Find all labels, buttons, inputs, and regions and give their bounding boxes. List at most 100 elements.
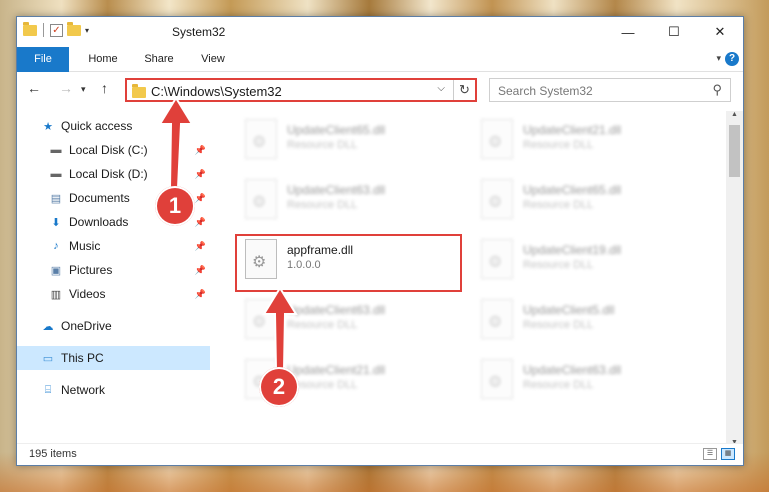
tab-file[interactable]: File <box>17 47 69 72</box>
file-type: Resource DLL <box>287 139 358 151</box>
file-name: UpdateClient65.dll <box>287 123 386 137</box>
nav-item-label: Local Disk (C:) <box>69 143 148 157</box>
customize-toolbar-icon[interactable]: ▾ <box>85 26 89 35</box>
view-switcher: ☰ ▦ <box>703 448 735 460</box>
file-explorer-window: ✓ ▾ System32 — ☐ ✕ File Home Share View … <box>16 16 744 466</box>
documents-icon: ▤ <box>50 192 62 205</box>
file-name: UpdateClient63.dll <box>287 183 386 197</box>
callout-badge-2: 2 <box>259 367 299 407</box>
folder-icon <box>132 84 146 98</box>
file-name: UpdateClient65.dll <box>523 183 622 197</box>
chevron-down-icon[interactable]: ⌵ <box>437 83 445 94</box>
dll-file-icon <box>245 179 277 219</box>
nav-item-pictures[interactable]: ▣ Pictures 📌 <box>17 258 210 282</box>
file-name: UpdateClient19.dll <box>523 243 622 257</box>
dll-file-icon <box>481 179 513 219</box>
drive-icon: ▬ <box>50 168 62 180</box>
forward-arrow-icon[interactable]: → <box>59 80 73 96</box>
file-item[interactable]: UpdateClient65.dll Resource DLL <box>477 175 687 225</box>
file-item[interactable]: UpdateClient63.dll Resource DLL <box>477 355 687 405</box>
minimize-button[interactable]: — <box>605 17 651 47</box>
scroll-up-icon[interactable]: ▲ <box>726 111 743 123</box>
dll-file-icon <box>245 119 277 159</box>
file-type: Resource DLL <box>523 319 594 331</box>
file-name: UpdateClient63.dll <box>523 363 622 377</box>
videos-icon: ▥ <box>50 288 62 301</box>
help-icon[interactable]: ? <box>725 52 739 66</box>
drive-icon: ▬ <box>50 144 62 156</box>
window-controls: — ☐ ✕ <box>605 17 743 47</box>
nav-item-label: Videos <box>69 287 106 301</box>
file-type: Resource DLL <box>287 199 358 211</box>
tab-home[interactable]: Home <box>79 47 127 72</box>
dll-file-icon <box>481 119 513 159</box>
file-type: Resource DLL <box>523 199 594 211</box>
file-item[interactable]: UpdateClient21.dll Resource DLL <box>477 115 687 165</box>
nav-item-label: This PC <box>61 351 104 365</box>
scroll-thumb[interactable] <box>729 125 740 177</box>
back-arrow-icon[interactable]: ← <box>27 80 41 96</box>
nav-item-onedrive[interactable]: ☁ OneDrive <box>17 314 210 338</box>
address-path: C:\Windows\System32 <box>151 84 282 99</box>
search-placeholder: Search System32 <box>498 84 593 98</box>
nav-item-videos[interactable]: ▥ Videos 📌 <box>17 282 210 306</box>
dll-file-icon <box>481 239 513 279</box>
appframe-highlight <box>235 234 462 292</box>
item-count: 195 items <box>29 448 77 460</box>
up-arrow-icon[interactable]: ↑ <box>101 80 108 96</box>
nav-item-network[interactable]: ⌸ Network <box>17 378 210 402</box>
close-button[interactable]: ✕ <box>697 17 743 47</box>
nav-item-label: OneDrive <box>61 319 112 333</box>
nav-item-label: Quick access <box>61 119 133 133</box>
file-type: Resource DLL <box>523 259 594 271</box>
file-type: Resource DLL <box>523 379 594 391</box>
title-bar: ✓ ▾ System32 — ☐ ✕ <box>17 17 743 47</box>
pin-icon[interactable]: 📌 <box>195 217 206 228</box>
nav-item-this-pc[interactable]: ▭ This PC <box>17 346 210 370</box>
nav-item-label: Downloads <box>69 215 129 229</box>
dll-file-icon <box>481 359 513 399</box>
tiles-view-icon[interactable]: ▦ <box>721 448 735 460</box>
window-title: System32 <box>172 25 226 39</box>
nav-item-label: Music <box>69 239 101 253</box>
file-item[interactable]: UpdateClient5.dll Resource DLL <box>477 295 687 345</box>
pictures-icon: ▣ <box>50 264 62 277</box>
expand-ribbon-icon[interactable]: ▾ <box>716 53 721 64</box>
nav-item-label: Local Disk (D:) <box>69 167 148 181</box>
nav-item-label: Pictures <box>69 263 113 277</box>
pin-icon[interactable]: 📌 <box>195 241 206 252</box>
nav-item-music[interactable]: ♪ Music 📌 <box>17 234 210 258</box>
pin-icon[interactable]: 📌 <box>195 289 206 300</box>
vertical-scrollbar[interactable]: ▲ ▼ <box>726 111 743 451</box>
address-row: ← → ▾ ↑ C:\Windows\System32 ⌵ ↻ Search S… <box>17 73 743 105</box>
toolbar-divider <box>43 23 44 37</box>
callout-badge-1: 1 <box>155 186 195 226</box>
properties-icon[interactable]: ✓ <box>50 23 63 37</box>
tab-view[interactable]: View <box>191 47 235 72</box>
ribbon-tabs: File Home Share View ▾ ? <box>17 47 743 72</box>
tab-share[interactable]: Share <box>135 47 183 72</box>
file-name: UpdateClient21.dll <box>523 123 622 137</box>
star-icon: ★ <box>43 120 53 133</box>
file-item[interactable]: UpdateClient63.dll Resource DLL <box>241 175 451 225</box>
file-item[interactable]: UpdateClient65.dll Resource DLL <box>241 115 451 165</box>
search-icon[interactable]: ⚲ <box>712 82 722 98</box>
search-input[interactable]: Search System32 ⚲ <box>489 78 731 102</box>
network-icon: ⌸ <box>44 383 52 396</box>
details-view-icon[interactable]: ☰ <box>703 448 717 460</box>
download-icon: ⬇ <box>51 216 61 229</box>
pc-icon: ▭ <box>42 352 54 365</box>
maximize-button[interactable]: ☐ <box>651 17 697 47</box>
new-folder-icon[interactable] <box>67 21 81 36</box>
refresh-icon[interactable]: ↻ <box>453 80 475 100</box>
nav-item-label: Network <box>61 383 106 397</box>
pin-icon[interactable]: 📌 <box>195 265 206 276</box>
music-icon: ♪ <box>53 240 59 252</box>
file-item[interactable]: UpdateClient19.dll Resource DLL <box>477 235 687 285</box>
status-bar: 195 items ☰ ▦ <box>17 443 743 465</box>
quick-access-toolbar: ✓ ▾ <box>23 21 89 37</box>
folder-icon <box>23 21 37 36</box>
cloud-icon: ☁ <box>42 320 54 333</box>
dll-file-icon <box>481 299 513 339</box>
recent-locations-icon[interactable]: ▾ <box>81 84 86 95</box>
